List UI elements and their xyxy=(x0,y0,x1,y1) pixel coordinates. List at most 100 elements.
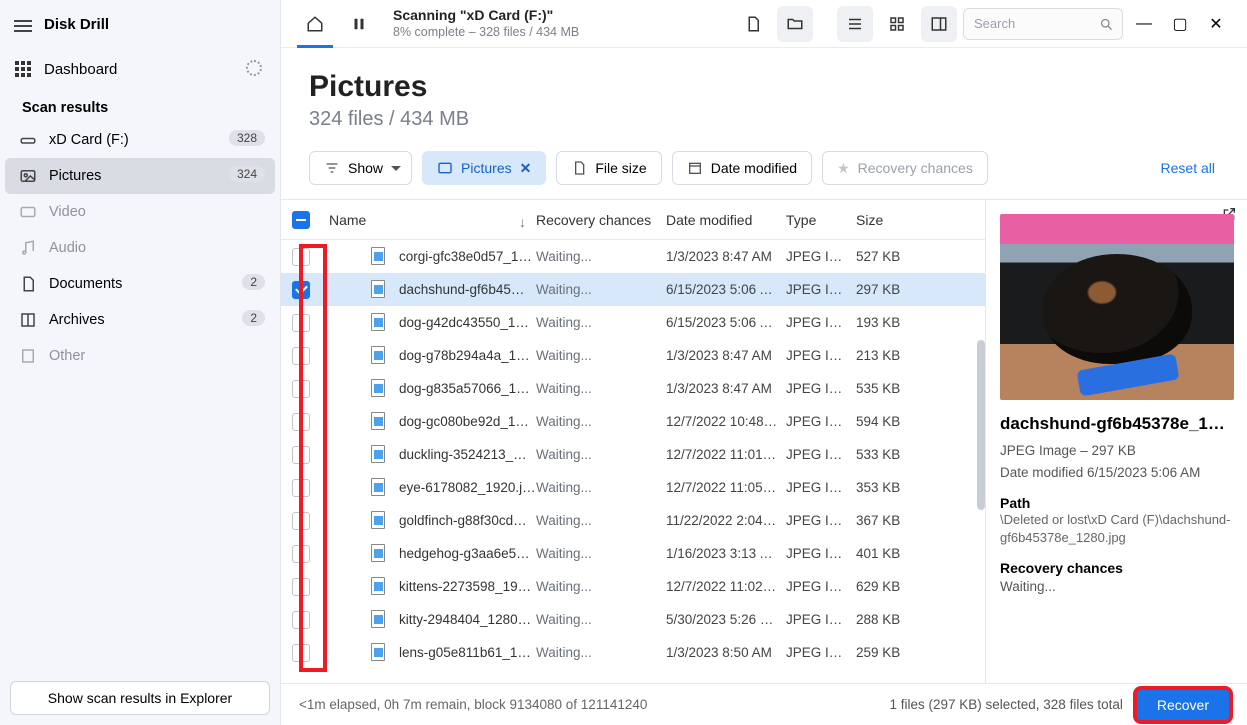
table-row[interactable]: dog-g42dc43550_1…Waiting...6/15/2023 5:0… xyxy=(281,306,985,339)
image-file-icon xyxy=(371,346,389,366)
file-icon[interactable] xyxy=(735,6,771,42)
row-checkbox[interactable] xyxy=(292,446,310,464)
table-row[interactable]: dog-g78b294a4a_1…Waiting...1/3/2023 8:47… xyxy=(281,339,985,372)
reset-filters[interactable]: Reset all xyxy=(1161,160,1215,176)
sidebar-item-other[interactable]: Other xyxy=(5,338,275,374)
selection-summary: 1 files (297 KB) selected, 328 files tot… xyxy=(889,697,1122,712)
row-checkbox[interactable] xyxy=(292,248,310,266)
cell-recovery: Waiting... xyxy=(536,249,666,264)
col-type[interactable]: Type xyxy=(786,212,856,228)
maximize-button[interactable]: ▢ xyxy=(1165,9,1195,39)
table-row[interactable]: eye-6178082_1920.j…Waiting...12/7/2022 1… xyxy=(281,471,985,504)
col-name[interactable]: Name↓ xyxy=(321,212,536,228)
scrollbar[interactable] xyxy=(977,340,985,510)
row-checkbox[interactable] xyxy=(292,479,310,497)
sidebar-item-label: Other xyxy=(49,348,85,364)
cell-date: 12/7/2022 11:01… xyxy=(666,447,786,462)
table-row[interactable]: dog-g835a57066_1…Waiting...1/3/2023 8:47… xyxy=(281,372,985,405)
row-checkbox[interactable] xyxy=(292,644,310,662)
row-checkbox[interactable] xyxy=(292,314,310,332)
count-badge: 328 xyxy=(229,130,265,146)
image-file-icon xyxy=(371,577,389,597)
menu-icon[interactable] xyxy=(14,17,32,31)
table-row[interactable]: lens-g05e811b61_1…Waiting...1/3/2023 8:5… xyxy=(281,636,985,669)
remove-filter-icon[interactable]: ✕ xyxy=(520,160,532,177)
cell-type: JPEG Im… xyxy=(786,447,856,462)
sidebar-dashboard[interactable]: Dashboard xyxy=(0,48,280,90)
select-all-checkbox[interactable] xyxy=(292,211,310,229)
row-checkbox[interactable] xyxy=(292,347,310,365)
main: Scanning "xD Card (F:)" 8% complete – 32… xyxy=(281,0,1247,725)
sort-icon: ↓ xyxy=(519,214,526,230)
pause-icon[interactable] xyxy=(341,6,377,42)
cell-size: 193 KB xyxy=(856,315,936,330)
sidebar-item-label: Documents xyxy=(49,276,122,292)
table-row[interactable]: corgi-gfc38e0d57_1…Waiting...1/3/2023 8:… xyxy=(281,240,985,273)
table-row[interactable]: duckling-3524213_…Waiting...12/7/2022 11… xyxy=(281,438,985,471)
table-row[interactable]: dachshund-gf6b45…Waiting...6/15/2023 5:0… xyxy=(281,273,985,306)
cell-type: JPEG Im… xyxy=(786,381,856,396)
chip-label: Pictures xyxy=(461,160,512,176)
col-size[interactable]: Size xyxy=(856,212,936,228)
preview-panel: dachshund-gf6b45378e_12… JPEG Image – 29… xyxy=(985,200,1247,683)
col-date[interactable]: Date modified xyxy=(666,212,786,228)
cell-type: JPEG Im… xyxy=(786,612,856,627)
video-icon xyxy=(19,203,37,221)
table-row[interactable]: goldfinch-g88f30cd…Waiting...11/22/2022 … xyxy=(281,504,985,537)
sidebar-item-label: Pictures xyxy=(49,168,101,184)
filter-recovery[interactable]: ★ Recovery chances xyxy=(822,151,988,185)
other-icon xyxy=(19,347,37,365)
row-checkbox[interactable] xyxy=(292,380,310,398)
table-row[interactable]: kitty-2948404_1280…Waiting...5/30/2023 5… xyxy=(281,603,985,636)
minimize-button[interactable]: — xyxy=(1129,9,1159,39)
scan-subtitle: 8% complete – 328 files / 434 MB xyxy=(393,24,579,40)
page-header: Pictures 324 files / 434 MB xyxy=(281,48,1247,141)
chip-label: Recovery chances xyxy=(858,160,973,176)
sidebar-item-pictures[interactable]: Pictures 324 xyxy=(5,158,275,194)
explorer-button[interactable]: Show scan results in Explorer xyxy=(10,681,270,715)
sidebar-item-audio[interactable]: Audio xyxy=(5,230,275,266)
row-checkbox[interactable] xyxy=(292,512,310,530)
row-checkbox[interactable] xyxy=(292,611,310,629)
preview-meta-type: JPEG Image – 297 KB xyxy=(1000,440,1233,462)
recover-button[interactable]: Recover xyxy=(1137,690,1229,720)
home-icon[interactable] xyxy=(297,6,333,42)
filter-date[interactable]: Date modified xyxy=(672,151,812,185)
search-input[interactable]: Search xyxy=(963,8,1123,40)
cell-type: JPEG Im… xyxy=(786,348,856,363)
cell-recovery: Waiting... xyxy=(536,447,666,462)
preview-meta-date: Date modified 6/15/2023 5:06 AM xyxy=(1000,462,1233,484)
table-row[interactable]: kittens-2273598_19…Waiting...12/7/2022 1… xyxy=(281,570,985,603)
table-body: corgi-gfc38e0d57_1…Waiting...1/3/2023 8:… xyxy=(281,240,985,683)
row-checkbox[interactable] xyxy=(292,578,310,596)
sidebar-item-archives[interactable]: Archives 2 xyxy=(5,302,275,338)
filter-filesize[interactable]: File size xyxy=(556,151,661,185)
close-button[interactable]: ✕ xyxy=(1201,9,1231,39)
cell-size: 594 KB xyxy=(856,414,936,429)
sidebar-item-video[interactable]: Video xyxy=(5,194,275,230)
cell-type: JPEG Im… xyxy=(786,546,856,561)
folder-icon[interactable] xyxy=(777,6,813,42)
panel-icon[interactable] xyxy=(921,6,957,42)
sidebar-item-documents[interactable]: Documents 2 xyxy=(5,266,275,302)
filter-pictures[interactable]: Pictures ✕ xyxy=(422,151,546,185)
chip-label: Date modified xyxy=(711,160,797,176)
row-checkbox[interactable] xyxy=(292,413,310,431)
image-file-icon xyxy=(371,511,389,531)
grid-view-icon[interactable] xyxy=(879,6,915,42)
preview-image xyxy=(1000,214,1234,400)
list-view-icon[interactable] xyxy=(837,6,873,42)
cell-recovery: Waiting... xyxy=(536,381,666,396)
table-row[interactable]: hedgehog-g3aa6e5…Waiting...1/16/2023 3:1… xyxy=(281,537,985,570)
recovery-value: Waiting... xyxy=(1000,576,1233,598)
sidebar-item-drive[interactable]: xD Card (F:) 328 xyxy=(5,122,275,158)
archive-icon xyxy=(19,311,37,329)
cell-date: 11/22/2022 2:04… xyxy=(666,513,786,528)
row-checkbox[interactable] xyxy=(292,281,310,299)
cell-size: 213 KB xyxy=(856,348,936,363)
cell-recovery: Waiting... xyxy=(536,645,666,660)
row-checkbox[interactable] xyxy=(292,545,310,563)
show-dropdown[interactable]: Show xyxy=(309,151,412,185)
table-row[interactable]: dog-gc080be92d_1…Waiting...12/7/2022 10:… xyxy=(281,405,985,438)
col-recovery[interactable]: Recovery chances xyxy=(536,212,666,228)
